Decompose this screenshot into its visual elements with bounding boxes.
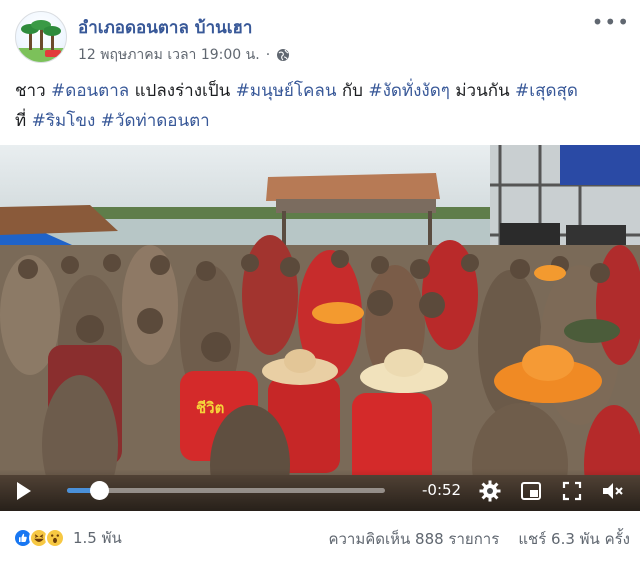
- video-controls: -0:52: [0, 469, 640, 511]
- post-text-segment: ที่: [15, 111, 32, 131]
- post-text: ชาว #ดอนตาล แปลงร่างเป็น #มนุษย์โคลน กับ…: [15, 76, 627, 136]
- meta-separator: ·: [265, 47, 271, 63]
- wow-reaction-icon: [45, 528, 65, 548]
- post-text-segment: กับ: [336, 81, 369, 101]
- post-text-line-1: ชาว #ดอนตาล แปลงร่างเป็น #มนุษย์โคลน กับ…: [15, 76, 627, 106]
- post-text-segment: แปลงร่างเป็น: [129, 81, 236, 101]
- tin-roof: [266, 173, 440, 201]
- stats-spacer: [504, 530, 514, 548]
- video-player[interactable]: ชีวิต -0:52: [0, 145, 640, 511]
- comment-count-link[interactable]: ความคิดเห็น 888 รายการ: [328, 530, 499, 548]
- hashtag-link[interactable]: #ดอนตาล: [51, 81, 129, 101]
- post-header: อำเภอดอนตาล บ้านเฮา 12 พฤษภาคม เวลา 19:0…: [0, 0, 640, 72]
- share-count-link[interactable]: แชร์ 6.3 พัน ครั้ง: [518, 530, 630, 548]
- page-name-link[interactable]: อำเภอดอนตาล บ้านเฮา: [78, 14, 252, 41]
- reactions-summary[interactable]: 1.5 พัน: [13, 526, 122, 550]
- progress-knob[interactable]: [89, 481, 109, 500]
- hashtag-link[interactable]: #มนุษย์โคลน: [236, 81, 337, 101]
- post-footer: 1.5 พัน ความคิดเห็น 888 รายการ แชร์ 6.3 …: [0, 511, 640, 572]
- engagement-stats: ความคิดเห็น 888 รายการ แชร์ 6.3 พัน ครั้…: [328, 527, 630, 551]
- hashtag-link[interactable]: #เสุดสุด: [515, 81, 578, 101]
- picture-in-picture-icon[interactable]: [519, 479, 543, 503]
- settings-gear-icon[interactable]: [478, 479, 502, 503]
- reaction-count[interactable]: 1.5 พัน: [73, 526, 122, 550]
- post-timestamp[interactable]: 12 พฤษภาคม เวลา 19:00 น.: [78, 44, 260, 66]
- more-options-icon[interactable]: •••: [592, 10, 630, 34]
- post-text-segment: ชาว: [15, 81, 52, 101]
- time-remaining: -0:52: [422, 481, 462, 499]
- video-frame: ชีวิต: [0, 145, 640, 511]
- shirt-print: ชีวิต: [196, 399, 224, 417]
- hashtag-link[interactable]: #งัดทั่งงัดๆ: [368, 81, 450, 101]
- fullscreen-icon[interactable]: [560, 479, 584, 503]
- page-avatar[interactable]: [15, 11, 67, 63]
- play-icon[interactable]: [17, 482, 31, 500]
- post-text-line-2: ที่ #ริมโขง #วัดท่าดอนตา: [15, 106, 627, 136]
- post-meta: 12 พฤษภาคม เวลา 19:00 น. ·: [78, 44, 290, 66]
- post-text-segment: ม่วนกัน: [449, 81, 516, 101]
- progress-track[interactable]: [67, 481, 385, 500]
- hashtag-link[interactable]: #ริมโขง: [32, 111, 96, 131]
- avatar-logo-icon: [16, 20, 66, 62]
- mute-speaker-icon[interactable]: [600, 479, 624, 503]
- hashtag-link[interactable]: #วัดท่าดอนตา: [101, 111, 210, 131]
- globe-icon: [277, 49, 290, 61]
